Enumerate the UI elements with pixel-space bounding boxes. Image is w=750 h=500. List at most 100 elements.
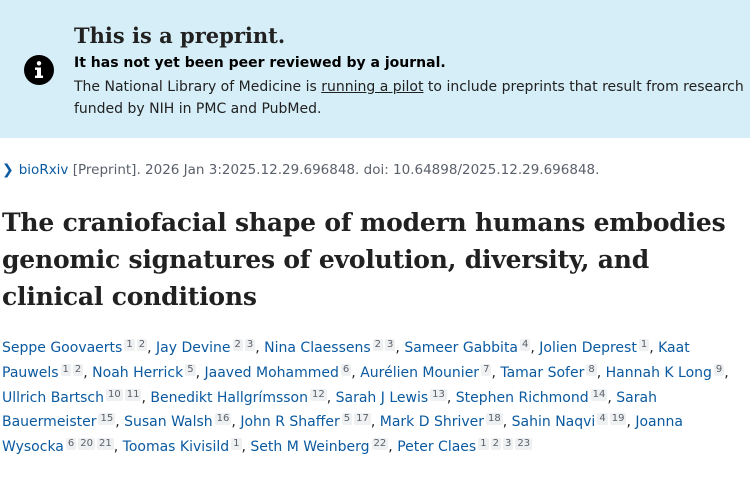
affiliation-badge[interactable]: 17: [354, 413, 371, 426]
citation-line: ❯ bioRxiv [Preprint]. 2026 Jan 3:2025.12.…: [2, 162, 599, 178]
author-item: Jay Devine 2 3,: [156, 339, 265, 356]
affiliation-badge[interactable]: 15: [98, 413, 116, 426]
author-name-link[interactable]: Seppe Goovaerts: [2, 340, 122, 356]
author-item: Stephen Richmond 14,: [456, 388, 616, 406]
affiliation-badge[interactable]: 1: [478, 438, 489, 451]
chevron-right-icon[interactable]: ❯: [2, 162, 14, 178]
affiliation-badge[interactable]: 3: [385, 339, 396, 351]
author-name-link[interactable]: Stephen Richmond: [456, 390, 589, 406]
author-separator: ,: [231, 414, 241, 431]
affiliation-badge[interactable]: 12: [309, 388, 327, 401]
author-item: Mark D Shriver 18,: [380, 413, 512, 431]
affiliation-badges: 12: [122, 339, 148, 356]
author-list: Seppe Goovaerts 1 2, Jay Devine 2 3, Nina Cl…: [2, 336, 742, 460]
author-name-link[interactable]: Aurélien Mounier: [360, 365, 479, 381]
author-name-link[interactable]: Peter Claes: [397, 439, 476, 455]
affiliation-badge[interactable]: 2: [72, 363, 84, 376]
affiliation-badges: 16: [213, 413, 232, 430]
author-item: Noah Herrick 5,: [92, 363, 205, 381]
author-item: Toomas Kivisild 1,: [123, 438, 251, 455]
affiliation-badges: 1: [637, 339, 650, 356]
author-name-link[interactable]: Hannah K Long: [606, 365, 712, 381]
affiliation-badge[interactable]: 1: [60, 363, 71, 376]
citation-details: [Preprint]. 2026 Jan 3:2025.12.29.696848…: [68, 162, 600, 178]
affiliation-badges: 14: [589, 388, 608, 406]
author-name-link[interactable]: Sahin Naqvi: [512, 414, 596, 430]
affiliation-badge[interactable]: 7: [481, 363, 492, 376]
affiliation-badge[interactable]: 1: [638, 339, 650, 351]
affiliation-badge[interactable]: 2: [372, 339, 384, 351]
affiliation-badge[interactable]: 10: [106, 388, 123, 401]
running-a-pilot-link[interactable]: running a pilot: [321, 79, 423, 95]
affiliation-badge[interactable]: 19: [609, 413, 627, 426]
author-name-link[interactable]: Seth M Weinberg: [250, 439, 369, 455]
author-name-link[interactable]: Jaaved Mohammed: [205, 365, 339, 381]
affiliation-badges: 10 11: [104, 388, 142, 406]
affiliation-badge[interactable]: 14: [590, 388, 608, 401]
author-name-link[interactable]: Nina Claessens: [264, 340, 371, 356]
affiliation-badge[interactable]: 11: [124, 388, 142, 401]
affiliation-badge[interactable]: 3: [502, 438, 514, 451]
info-icon: [24, 55, 54, 85]
author-name-link[interactable]: Susan Walsh: [124, 414, 213, 430]
affiliation-badges: 8: [584, 363, 597, 381]
affiliation-badge[interactable]: 4: [520, 339, 531, 351]
affiliation-badge[interactable]: 2: [136, 339, 148, 351]
affiliation-badge[interactable]: 2: [490, 438, 501, 451]
affiliation-badges: 5 17: [340, 413, 371, 430]
author-name-link[interactable]: Toomas Kivisild: [123, 439, 229, 455]
author-name-link[interactable]: Ullrich Bartsch: [2, 390, 104, 406]
author-name-link[interactable]: Sameer Gabbita: [404, 340, 518, 356]
author-name-link[interactable]: Jolien Deprest: [539, 340, 637, 356]
author-separator: ,: [530, 340, 540, 356]
banner-title: This is a preprint.: [74, 23, 286, 48]
author-item: John R Shaffer 5 17,: [240, 413, 379, 430]
affiliation-badge[interactable]: 6: [65, 438, 77, 451]
author-separator: ,: [724, 364, 729, 381]
affiliation-badge[interactable]: 5: [341, 413, 353, 426]
author-separator: ,: [255, 340, 265, 356]
article-title: The craniofacial shape of modern humans …: [2, 208, 726, 311]
affiliation-badge[interactable]: 4: [597, 413, 608, 426]
author-separator: ,: [502, 414, 512, 431]
affiliation-badge[interactable]: 1: [231, 438, 242, 451]
affiliation-badge[interactable]: 18: [486, 413, 503, 426]
affiliation-badges: 9: [712, 363, 725, 381]
banner-text: The National Library of Medicine is runn…: [74, 76, 744, 120]
author-separator: ,: [115, 414, 125, 431]
affiliation-badge[interactable]: 8: [586, 363, 597, 376]
affiliation-badge[interactable]: 22: [371, 438, 389, 451]
affiliation-badge[interactable]: 13: [430, 388, 447, 401]
author-name-link[interactable]: Jay Devine: [156, 340, 231, 356]
author-separator: ,: [388, 439, 398, 456]
affiliation-badge[interactable]: 6: [340, 363, 352, 376]
author-name-link[interactable]: Sarah J Lewis: [336, 390, 429, 406]
author-separator: ,: [649, 340, 659, 356]
author-separator: ,: [395, 340, 405, 356]
author-separator: ,: [195, 364, 205, 381]
author-name-link[interactable]: Benedikt Hallgrímsson: [150, 390, 308, 406]
banner-subtitle: It has not yet been peer reviewed by a j…: [74, 55, 446, 71]
affiliation-badge[interactable]: 21: [97, 438, 114, 451]
source-link[interactable]: bioRxiv: [19, 162, 69, 178]
affiliation-badge[interactable]: 2: [232, 339, 243, 351]
affiliation-badge[interactable]: 23: [515, 438, 533, 451]
affiliation-badge[interactable]: 16: [214, 413, 232, 426]
author-separator: ,: [626, 414, 636, 431]
affiliation-badge[interactable]: 3: [244, 339, 256, 351]
author-separator: ,: [326, 389, 336, 406]
author-separator: ,: [351, 364, 361, 381]
author-item: Aurélien Mounier 7,: [360, 363, 500, 381]
author-name-link[interactable]: Mark D Shriver: [380, 414, 484, 430]
author-item: Seppe Goovaerts 1 2,: [2, 339, 156, 356]
affiliation-badge[interactable]: 1: [124, 339, 135, 351]
author-name-link[interactable]: Noah Herrick: [92, 365, 183, 381]
affiliation-badges: 22: [370, 438, 389, 455]
affiliation-badges: 12: [308, 388, 327, 406]
affiliation-badge[interactable]: 9: [713, 363, 725, 376]
author-name-link[interactable]: John R Shaffer: [240, 414, 339, 430]
affiliation-badges: 12: [59, 363, 84, 381]
author-name-link[interactable]: Tamar Sofer: [500, 365, 584, 381]
affiliation-badge[interactable]: 5: [185, 363, 196, 376]
affiliation-badge[interactable]: 20: [78, 438, 95, 451]
